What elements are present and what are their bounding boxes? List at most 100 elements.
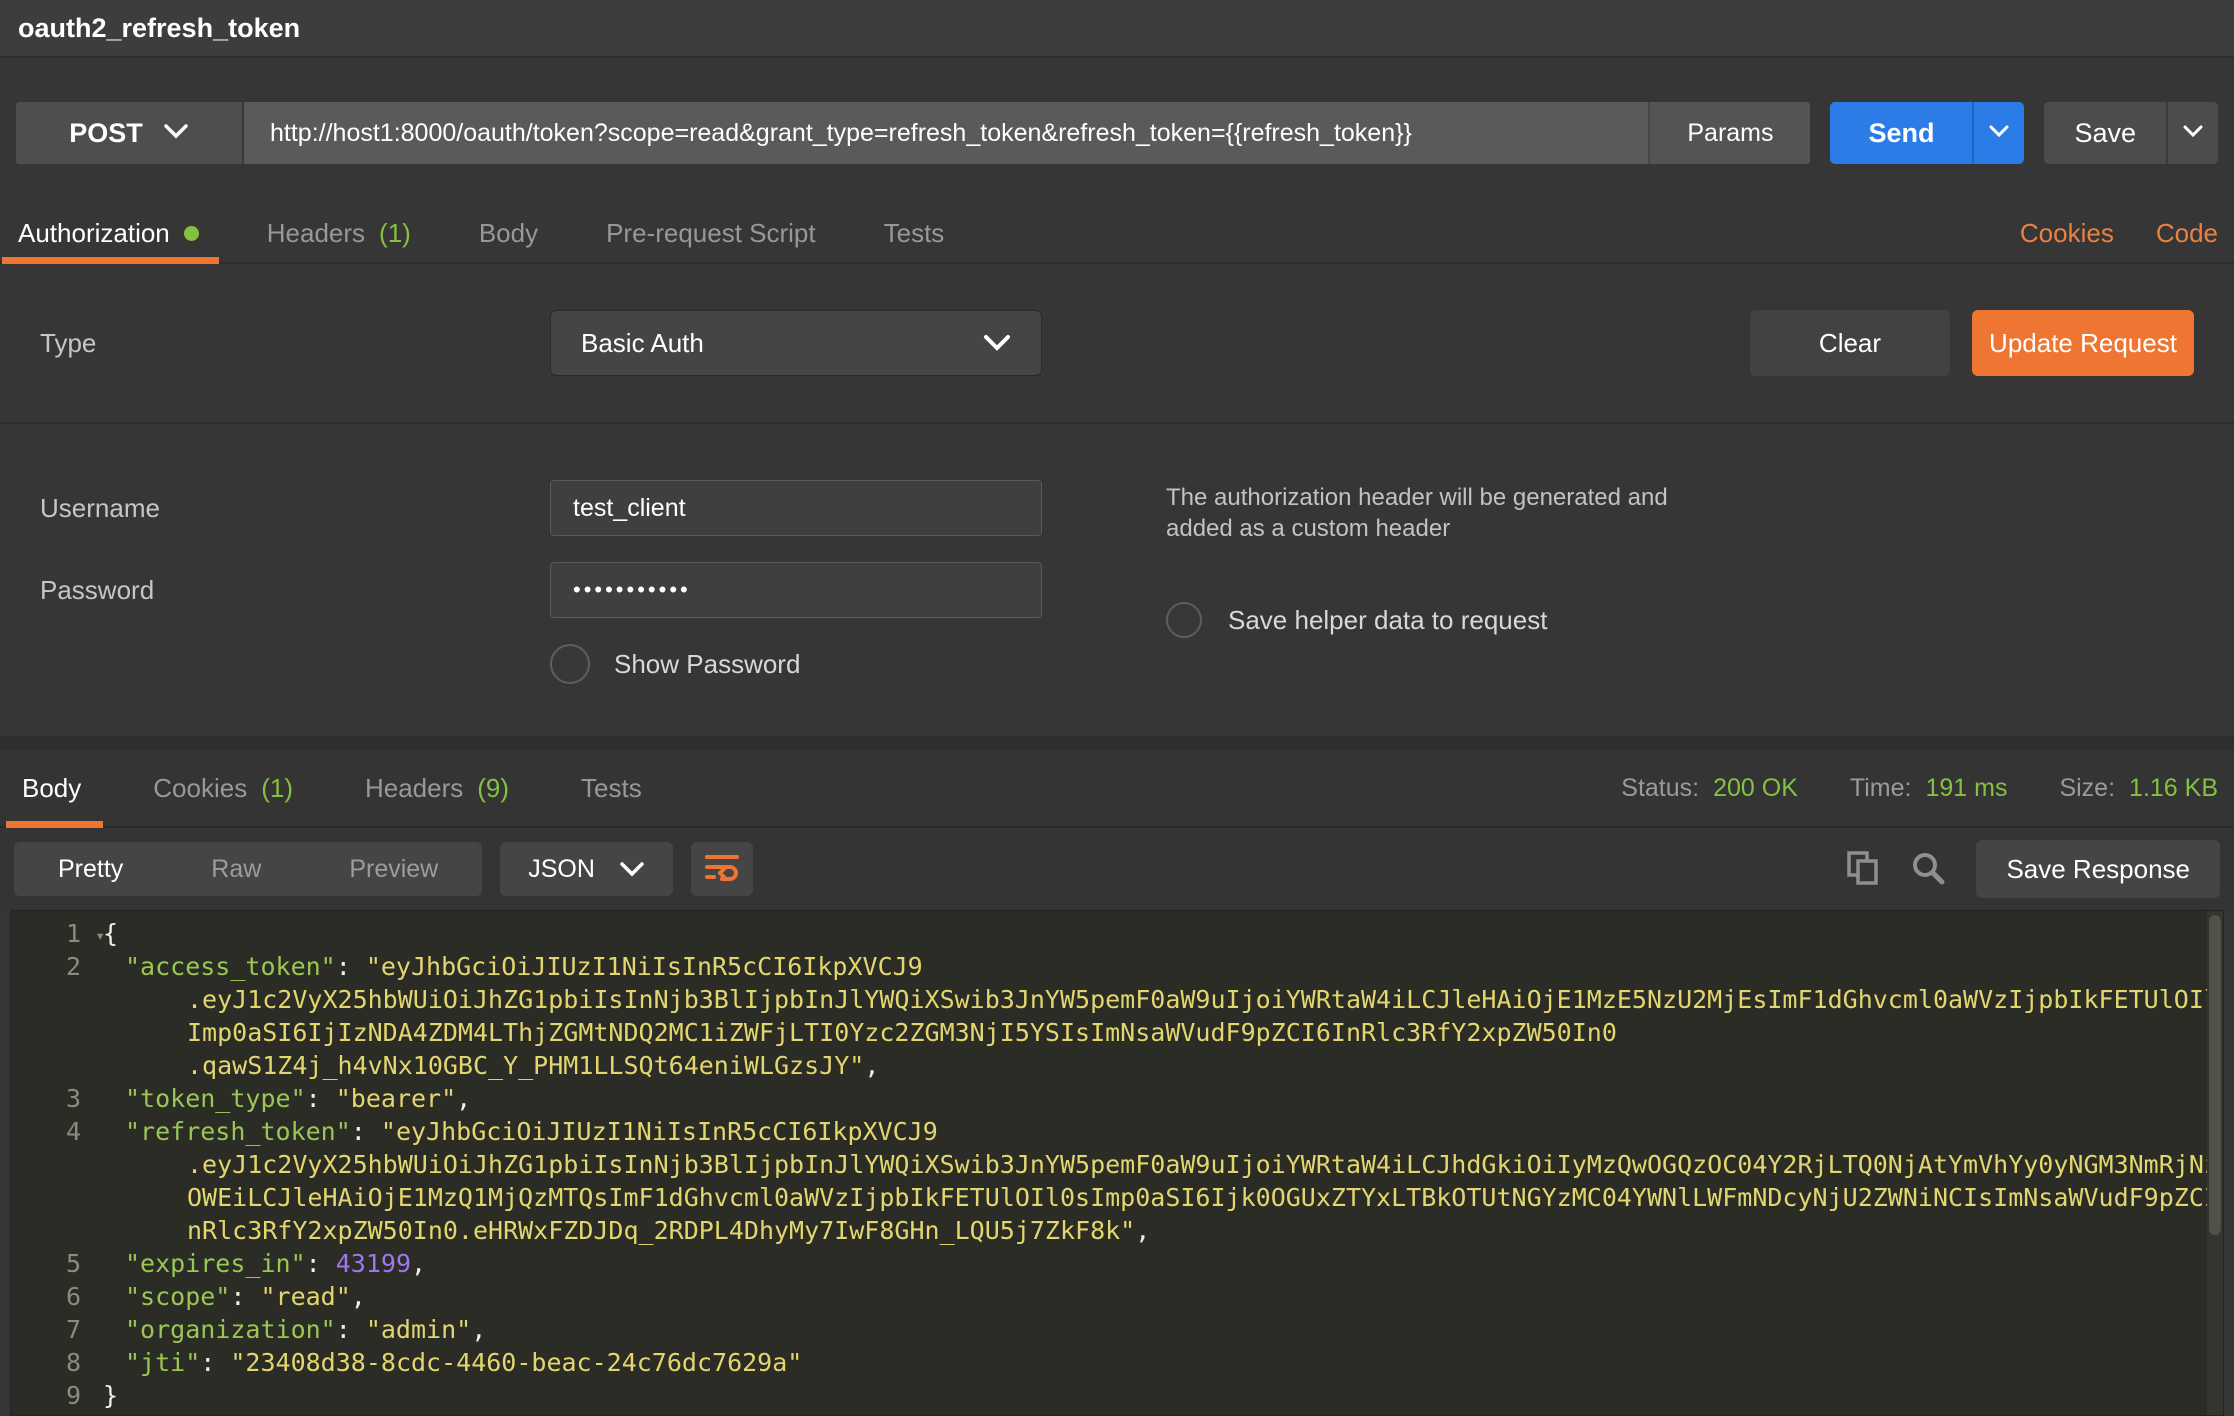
language-value: JSON: [528, 855, 595, 884]
save-response-button[interactable]: Save Response: [1976, 840, 2220, 898]
code-row: 5"expires_in": 43199,: [11, 1247, 2223, 1280]
save-helper-toggle[interactable]: [1166, 602, 1202, 638]
code-row: .qawS1Z4j_h4vNx10GBC_Y_PHM1LLSQt64eniWLG…: [11, 1049, 2223, 1082]
copy-response-button[interactable]: [1846, 850, 1880, 889]
scrollbar-thumb[interactable]: [2209, 915, 2221, 1235]
username-input[interactable]: [550, 480, 1042, 536]
tab-label: Headers: [365, 773, 463, 804]
chevron-down-icon: [1988, 124, 2010, 143]
tab-tests[interactable]: Tests: [864, 204, 965, 262]
chevron-down-icon: [619, 855, 645, 884]
response-tab-body[interactable]: Body: [16, 750, 103, 826]
line-number: 3: [11, 1082, 89, 1115]
method-label: POST: [69, 118, 143, 149]
tab-label: Pre-request Script: [606, 218, 816, 249]
copy-icon: [1846, 850, 1880, 889]
code-link[interactable]: Code: [2156, 218, 2218, 249]
request-title: oauth2_refresh_token: [18, 13, 300, 44]
response-tab-headers[interactable]: Headers (9): [343, 750, 531, 826]
password-input[interactable]: [550, 562, 1042, 618]
auth-type-value: Basic Auth: [581, 328, 704, 359]
tab-count: (1): [379, 218, 411, 249]
tab-pre-request-script[interactable]: Pre-request Script: [586, 204, 836, 262]
clear-button[interactable]: Clear: [1750, 310, 1950, 376]
response-meta: Status: 200 OK Time: 191 ms Size: 1.16 K…: [1621, 750, 2218, 826]
show-password-toggle[interactable]: [550, 644, 590, 684]
line-number: 6: [11, 1280, 89, 1313]
search-response-button[interactable]: [1910, 850, 1946, 889]
send-button-group: Send: [1830, 102, 2024, 164]
code-row: .eyJ1c2VyX25hbWUiOiJhZG1pbiIsInNjb3BlIjp…: [11, 983, 2223, 1016]
tab-body[interactable]: Body: [459, 204, 558, 262]
save-options-button[interactable]: [2166, 102, 2218, 164]
fold-caret-icon[interactable]: ▾: [95, 919, 105, 952]
password-label: Password: [40, 575, 550, 606]
response-body-editor: 1▾{2"access_token": "eyJhbGciOiJIUzI1NiI…: [10, 910, 2224, 1416]
update-request-button[interactable]: Update Request: [1972, 310, 2194, 376]
code-row: 3"token_type": "bearer",: [11, 1082, 2223, 1115]
wrap-text-icon: [704, 851, 740, 888]
chevron-down-icon: [983, 328, 1011, 359]
code-row: 2"access_token": "eyJhbGciOiJIUzI1NiIsIn…: [11, 950, 2223, 983]
save-button-group: Save: [2044, 102, 2218, 164]
line-number: [11, 1214, 89, 1247]
code-row: OWEiLCJleHAiOjE1MzQ1MjQzMTQsImF1dGhvcml0…: [11, 1181, 2223, 1214]
tab-label: Body: [479, 218, 538, 249]
editor-scrollbar[interactable]: [2207, 911, 2223, 1415]
line-number: [11, 1049, 89, 1082]
tab-count: (1): [261, 773, 293, 804]
params-button[interactable]: Params: [1648, 102, 1810, 164]
auth-helper-note: The authorization header will be generat…: [1166, 482, 1726, 544]
line-number: [11, 1016, 89, 1049]
code-row: .eyJ1c2VyX25hbWUiOiJhZG1pbiIsInNjb3BlIjp…: [11, 1148, 2223, 1181]
line-number: [11, 1148, 89, 1181]
section-divider: [0, 422, 2234, 424]
show-password-label: Show Password: [614, 649, 800, 680]
send-button[interactable]: Send: [1830, 102, 1972, 164]
raw-view-button[interactable]: Raw: [167, 842, 305, 896]
code-row: 7"organization": "admin",: [11, 1313, 2223, 1346]
tab-label: Headers: [267, 218, 365, 249]
line-number: 2: [11, 950, 89, 983]
time-badge: Time: 191 ms: [1850, 774, 2008, 803]
line-number: 7: [11, 1313, 89, 1346]
tab-label: Cookies: [153, 773, 247, 804]
auth-type-dropdown[interactable]: Basic Auth: [550, 310, 1042, 376]
line-number: 1▾: [11, 917, 89, 950]
tab-label: Tests: [581, 773, 642, 804]
line-number: 4: [11, 1115, 89, 1148]
authorization-panel: Type Basic Auth Clear Update Request Use…: [0, 264, 2234, 736]
method-select[interactable]: POST: [16, 102, 244, 164]
line-number: [11, 983, 89, 1016]
url-input[interactable]: [244, 102, 1648, 164]
response-tab-tests[interactable]: Tests: [559, 750, 664, 826]
status-badge: Status: 200 OK: [1621, 774, 1798, 803]
save-button[interactable]: Save: [2044, 102, 2166, 164]
code-row: 4"refresh_token": "eyJhbGciOiJIUzI1NiIsI…: [11, 1115, 2223, 1148]
code-row: nRlc3RfY2xpZW50In0.eHRWxFZDJDq_2RDPL4Dhy…: [11, 1214, 2223, 1247]
code-rows: 1▾{2"access_token": "eyJhbGciOiJIUzI1NiI…: [11, 917, 2223, 1412]
search-icon: [1910, 850, 1946, 889]
line-number: 9: [11, 1379, 89, 1412]
tab-count: (9): [477, 773, 509, 804]
wrap-text-button[interactable]: [691, 842, 753, 896]
line-number: 5: [11, 1247, 89, 1280]
tab-label: Body: [22, 773, 81, 804]
preview-view-button[interactable]: Preview: [305, 842, 482, 896]
tab-authorization[interactable]: Authorization: [16, 204, 219, 262]
section-divider: [0, 736, 2234, 750]
auth-configured-dot: [184, 226, 199, 241]
send-options-button[interactable]: [1972, 102, 2024, 164]
line-number: [11, 1181, 89, 1214]
auth-type-label: Type: [40, 328, 550, 359]
response-tab-cookies[interactable]: Cookies (1): [131, 750, 315, 826]
pretty-view-button[interactable]: Pretty: [14, 842, 167, 896]
code-row: 8"jti": "23408d38-8cdc-4460-beac-24c76dc…: [11, 1346, 2223, 1379]
response-toolbar: Pretty Raw Preview JSON: [0, 828, 2234, 910]
tab-headers[interactable]: Headers (1): [247, 204, 431, 262]
language-dropdown[interactable]: JSON: [500, 842, 673, 896]
response-tabs: Body Cookies (1) Headers (9) Tests Statu…: [0, 750, 2234, 828]
chevron-down-icon: [163, 123, 189, 144]
code-row: 9}: [11, 1379, 2223, 1412]
cookies-link[interactable]: Cookies: [2020, 218, 2114, 249]
